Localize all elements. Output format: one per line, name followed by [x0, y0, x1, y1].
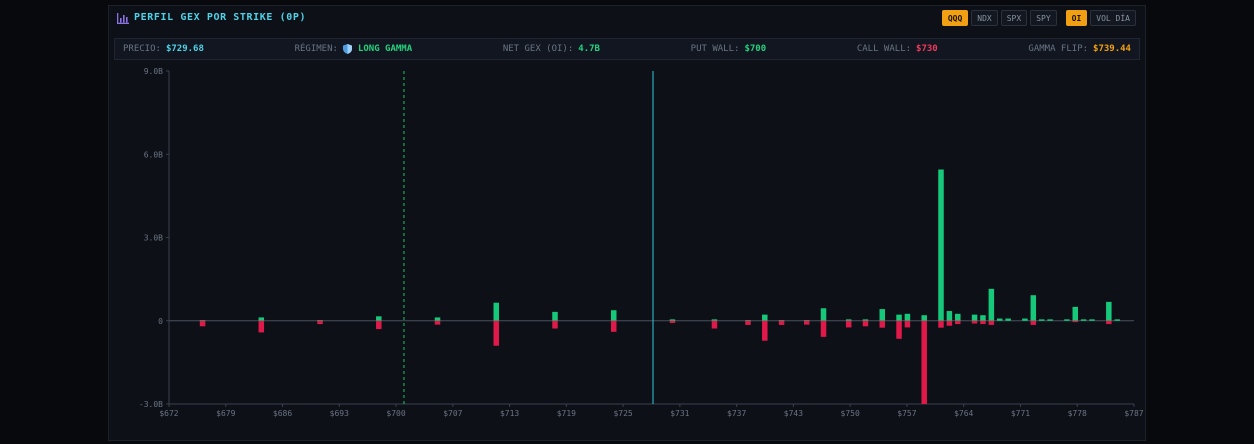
call-gex-bar [1022, 318, 1028, 321]
put-gex-bar [955, 320, 961, 325]
x-tick-label: $771 [1011, 409, 1030, 418]
call-gex-bar [1072, 306, 1079, 321]
put-gex-bar [845, 320, 852, 328]
call-gex-bar [971, 314, 978, 321]
x-tick-label: $700 [386, 409, 405, 418]
put-gex-bar [317, 320, 323, 325]
put-gex-bar [921, 320, 927, 404]
x-tick-label: $707 [443, 409, 462, 418]
put-gex-bar [879, 320, 886, 328]
put-gex-bar [669, 320, 676, 323]
call-gex-bar [845, 319, 852, 321]
call-gex-bar [946, 311, 953, 321]
x-tick-label: $725 [613, 409, 632, 418]
put-gex-bar [938, 320, 944, 328]
put-gex-bar [493, 320, 500, 346]
x-tick-label: $764 [954, 409, 973, 418]
put-gex-bar [971, 320, 978, 324]
put-gex-bar [946, 320, 953, 326]
put-gex-bar [862, 320, 869, 327]
put-gex-bar [552, 320, 558, 329]
call-gex-bar [669, 319, 676, 321]
put-gex-bar [803, 320, 810, 325]
put-gex-bar [1106, 320, 1112, 325]
x-tick-label: $737 [727, 409, 746, 418]
call-gex-bar [610, 310, 617, 321]
call-gex-bar [980, 315, 986, 321]
call-gex-bar [1080, 319, 1087, 321]
x-tick-label: $679 [216, 409, 235, 418]
y-tick-label: 0 [158, 317, 163, 326]
call-gex-bar [904, 313, 911, 321]
call-gex-bar [376, 316, 382, 321]
call-gex-bar [938, 169, 944, 321]
x-tick-label: $719 [557, 409, 576, 418]
call-gex-bar [258, 317, 265, 321]
x-tick-label: $778 [1068, 409, 1087, 418]
gex-chart: 9.0B 6.0B 3.0B 0 -3.0B$672 $679 $686 $693 $700 $7… [139, 67, 1144, 418]
put-gex-bar [258, 320, 265, 333]
x-tick-label: $713 [500, 409, 519, 418]
call-gex-bar [711, 319, 718, 321]
x-tick-label: $731 [670, 409, 689, 418]
put-gex-bar [778, 320, 785, 325]
call-gex-bar [1114, 319, 1120, 321]
put-gex-bar [376, 320, 382, 330]
call-gex-bar [1089, 319, 1095, 321]
call-gex-bar [921, 315, 927, 321]
call-gex-bar [988, 288, 995, 321]
call-gex-bar [1106, 301, 1112, 321]
y-tick-label: -3.0B [139, 400, 163, 409]
put-gex-bar [199, 320, 206, 327]
x-tick-label: $672 [159, 409, 178, 418]
x-tick-label: $750 [841, 409, 860, 418]
put-gex-bar [711, 320, 718, 329]
x-tick-label: $686 [273, 409, 292, 418]
call-gex-bar [1030, 295, 1037, 321]
put-gex-bar [610, 320, 617, 332]
put-gex-bar [896, 320, 902, 339]
call-gex-bar [896, 314, 902, 321]
call-gex-bar [879, 309, 886, 321]
y-tick-label: 9.0B [144, 67, 163, 76]
x-tick-label: $787 [1124, 409, 1143, 418]
put-gex-bar [980, 320, 986, 325]
y-tick-label: 6.0B [144, 150, 163, 159]
call-gex-bar [1064, 319, 1070, 321]
call-gex-bar [820, 308, 827, 321]
gex-panel: PERFIL GEX POR STRIKE (0P) QQQ NDX SPX S… [108, 5, 1146, 441]
call-gex-bar [434, 317, 441, 321]
put-gex-bar [434, 320, 441, 325]
put-gex-bar [1030, 320, 1037, 325]
x-tick-label: $693 [330, 409, 349, 418]
call-gex-bar [996, 318, 1003, 321]
put-gex-bar [988, 320, 995, 325]
put-gex-bar [904, 320, 911, 328]
call-gex-bar [552, 311, 558, 321]
put-gex-bar [762, 320, 768, 341]
call-gex-bar [493, 302, 500, 321]
call-gex-bar [1047, 319, 1053, 321]
y-tick-label: 3.0B [144, 234, 163, 243]
put-gex-bar [1072, 320, 1079, 323]
put-gex-bar [820, 320, 827, 337]
call-gex-bar [862, 319, 869, 321]
put-gex-bar [745, 320, 751, 325]
call-gex-bar [1005, 318, 1011, 321]
x-tick-label: $743 [784, 409, 803, 418]
call-gex-bar [762, 314, 768, 321]
x-tick-label: $757 [897, 409, 916, 418]
call-gex-bar [955, 313, 961, 321]
call-gex-bar [1038, 319, 1045, 321]
